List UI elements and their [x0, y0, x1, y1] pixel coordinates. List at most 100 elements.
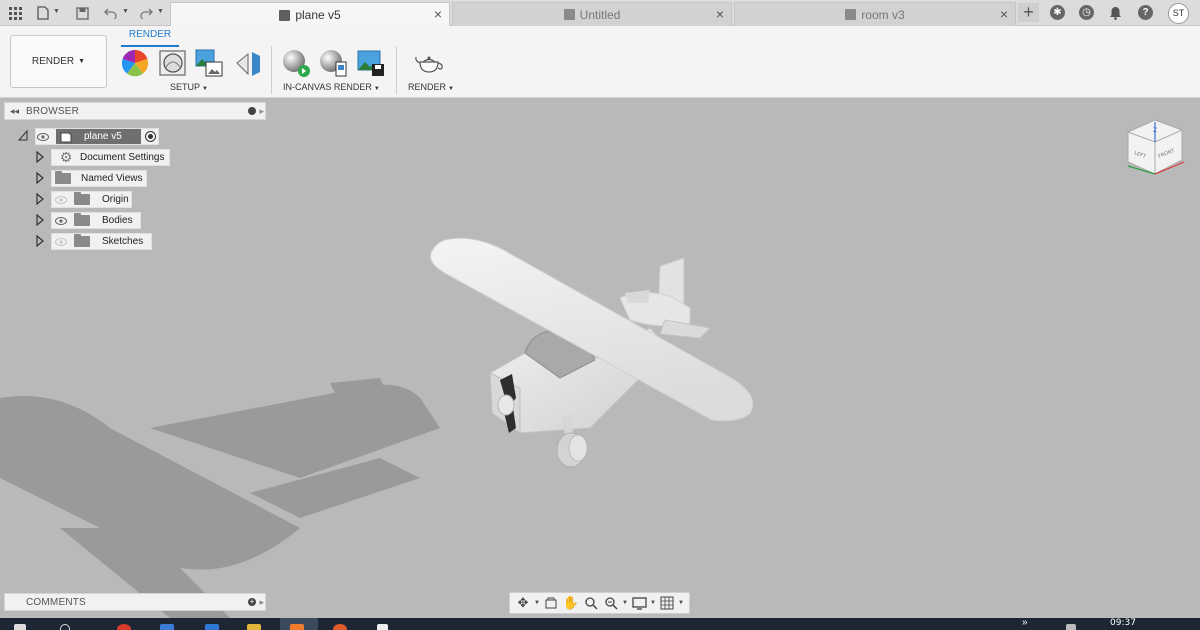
app-grid-icon[interactable]	[6, 4, 24, 22]
mail-icon[interactable]	[205, 624, 219, 630]
view-cube[interactable]: Z LEFT FRONT	[1122, 118, 1188, 180]
tree-item-label: Bodies	[102, 215, 133, 226]
tab-label: room v3	[861, 7, 905, 22]
group-label: RENDER	[408, 82, 447, 92]
display-caret-icon[interactable]: ▼	[649, 600, 657, 606]
tree-expander-closed-icon[interactable]	[35, 172, 45, 184]
capture-image-icon[interactable]	[356, 48, 386, 78]
help-icon[interactable]: ?	[1136, 3, 1155, 22]
file-icon[interactable]	[34, 4, 52, 22]
browser-title: BROWSER	[26, 105, 80, 117]
tree-expander-closed-icon[interactable]	[35, 151, 45, 163]
navigation-toolbar: ✥ ▼ ✋ ▼ ▼ ▼	[509, 592, 690, 614]
texture-map-icon[interactable]	[194, 48, 224, 78]
tree-item-document-settings[interactable]: ⚙ Document Settings	[51, 149, 170, 166]
save-icon[interactable]	[73, 4, 91, 22]
tree-expander-closed-icon[interactable]	[35, 235, 45, 247]
new-tab-plus-icon[interactable]: +	[1018, 2, 1039, 22]
folder-icon	[74, 234, 90, 247]
zoom-caret-icon[interactable]: ▼	[621, 600, 629, 606]
workspace-switcher-button[interactable]: RENDER ▼	[10, 35, 107, 88]
redo-icon[interactable]	[137, 4, 155, 22]
group-label: IN-CANVAS RENDER	[283, 82, 372, 92]
add-comment-icon[interactable]: +	[248, 598, 256, 606]
fusion360-icon[interactable]	[290, 624, 304, 630]
file-menu-caret-icon[interactable]: ▼	[53, 8, 60, 15]
collapse-panel-icon[interactable]: ◂◂	[10, 106, 22, 117]
workspace-label: RENDER	[31, 56, 75, 67]
undo-icon[interactable]	[102, 4, 120, 22]
app-icon[interactable]	[333, 624, 347, 630]
edge-icon[interactable]	[160, 624, 174, 630]
canvas-viewport[interactable]: ◂◂ BROWSER ▸ plane v5 ⚙ Document Setting…	[0, 98, 1200, 618]
root-node-highlight: plane v5	[56, 129, 141, 144]
render-teapot-icon[interactable]	[414, 48, 444, 78]
browser-panel-header[interactable]: ◂◂ BROWSER ▸	[4, 102, 266, 120]
user-avatar[interactable]: ST	[1168, 3, 1189, 24]
os-taskbar: » 09:37	[0, 618, 1200, 630]
network-icon[interactable]	[1066, 624, 1076, 630]
tree-expander-closed-icon[interactable]	[35, 193, 45, 205]
tree-expander-closed-icon[interactable]	[35, 214, 45, 226]
fit-zoom-window-icon[interactable]	[601, 594, 621, 612]
tree-item-origin[interactable]: Origin	[51, 191, 132, 208]
tree-item-named-views[interactable]: Named Views	[51, 170, 147, 187]
taskbar-clock[interactable]: 09:37	[1110, 618, 1136, 628]
tab-plane-v5[interactable]: plane v5 ×	[170, 2, 450, 27]
tree-item-bodies[interactable]: Bodies	[51, 212, 141, 229]
close-tab-icon[interactable]: ×	[434, 6, 442, 22]
undo-caret-icon[interactable]: ▼	[122, 8, 129, 15]
comments-title: COMMENTS	[26, 596, 86, 608]
look-at-icon[interactable]	[541, 594, 561, 612]
visibility-eye-hidden-icon[interactable]	[54, 237, 68, 247]
tab-bar: ▼ ▼ ▼ plane v5 × Untitled × room v3 × + …	[0, 0, 1200, 27]
tree-item-label: Document Settings	[80, 152, 165, 163]
chrome-icon[interactable]	[117, 624, 131, 630]
search-icon[interactable]	[60, 624, 70, 630]
render-group-menu[interactable]: RENDER ▼	[408, 82, 454, 92]
tree-expander-open-icon[interactable]	[18, 130, 28, 142]
notifications-bell-icon[interactable]	[1106, 3, 1125, 22]
tree-root-plane-v5[interactable]: plane v5	[35, 128, 159, 145]
job-status-clock-icon[interactable]: ◷	[1077, 3, 1096, 22]
setup-group-menu[interactable]: SETUP ▼	[170, 82, 208, 92]
in-canvas-render-group-menu[interactable]: IN-CANVAS RENDER ▼	[283, 82, 380, 92]
file-explorer-icon[interactable]	[247, 624, 261, 630]
minimize-panel-icon[interactable]	[248, 107, 256, 115]
tree-item-sketches[interactable]: Sketches	[51, 233, 152, 250]
decal-icon[interactable]	[234, 48, 264, 78]
visibility-eye-hidden-icon[interactable]	[54, 195, 68, 205]
tab-render[interactable]: RENDER	[121, 29, 179, 47]
tab-room-v3[interactable]: room v3 ×	[734, 2, 1016, 26]
display-settings-icon[interactable]	[629, 594, 649, 612]
tray-overflow-icon[interactable]: »	[1022, 618, 1028, 628]
comments-panel-header[interactable]: COMMENTS + ▸	[4, 593, 266, 611]
root-node-label: plane v5	[84, 131, 122, 142]
activate-component-radio-icon[interactable]	[145, 131, 156, 142]
windows-start-icon[interactable]	[14, 624, 26, 630]
in-canvas-render-icon[interactable]	[281, 48, 311, 78]
tab-untitled[interactable]: Untitled ×	[452, 2, 732, 26]
folder-icon	[55, 171, 71, 184]
visibility-eye-icon[interactable]	[36, 132, 50, 142]
pan-hand-icon[interactable]: ✋	[561, 594, 581, 612]
appearance-color-wheel-icon[interactable]	[120, 48, 150, 78]
close-tab-icon[interactable]: ×	[1000, 6, 1008, 22]
in-canvas-render-settings-icon[interactable]	[318, 48, 348, 78]
redo-caret-icon[interactable]: ▼	[157, 8, 164, 15]
panel-grip-icon[interactable]: ▸	[259, 106, 264, 117]
close-tab-icon[interactable]: ×	[716, 6, 724, 22]
scene-settings-icon[interactable]	[158, 48, 188, 78]
grid-snaps-icon[interactable]	[657, 594, 677, 612]
orbit-caret-icon[interactable]: ▼	[533, 600, 541, 606]
extensions-icon[interactable]: ✱	[1048, 3, 1067, 22]
document-icon[interactable]	[377, 624, 388, 630]
zoom-icon[interactable]	[581, 594, 601, 612]
document-cube-icon	[845, 9, 857, 20]
grid-caret-icon[interactable]: ▼	[677, 600, 685, 606]
visibility-eye-icon[interactable]	[54, 216, 68, 226]
orbit-icon[interactable]: ✥	[513, 594, 533, 612]
airplane-model-scene	[0, 237, 754, 618]
panel-grip-icon[interactable]: ▸	[259, 597, 264, 608]
ribbon-separator	[271, 46, 272, 94]
